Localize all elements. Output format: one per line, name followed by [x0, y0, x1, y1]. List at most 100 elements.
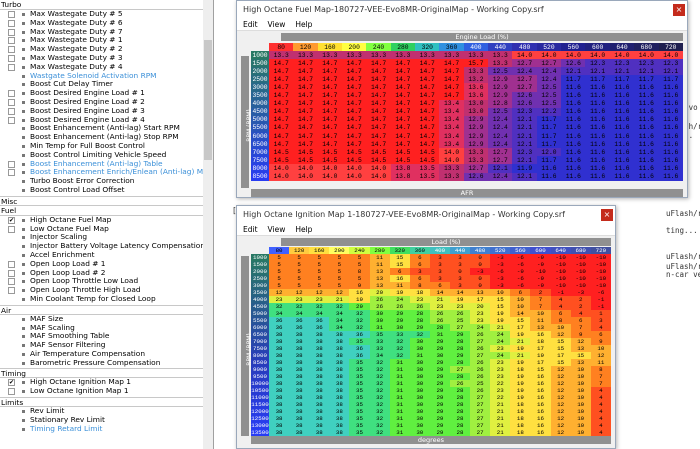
- table-cell[interactable]: -10: [550, 268, 571, 275]
- table-cell[interactable]: 11.6: [609, 91, 635, 100]
- table-cell[interactable]: 13: [470, 289, 491, 296]
- table-cell[interactable]: 28: [449, 422, 471, 429]
- table-cell[interactable]: 13.4: [439, 107, 464, 116]
- table-cell[interactable]: 31: [389, 387, 410, 394]
- table-cell[interactable]: 11: [530, 317, 551, 324]
- table-cell[interactable]: 35: [349, 401, 370, 408]
- table-cell[interactable]: 12: [289, 289, 310, 296]
- table-cell[interactable]: 38: [269, 352, 290, 359]
- table-cell[interactable]: 11.7: [536, 132, 562, 141]
- table-cell[interactable]: 17: [470, 296, 491, 303]
- table-cell[interactable]: 14.7: [269, 107, 294, 116]
- table-cell[interactable]: 14.7: [269, 75, 294, 84]
- table-cell[interactable]: 14.7: [317, 107, 343, 116]
- table-cell[interactable]: 38: [309, 401, 330, 408]
- table-cell[interactable]: 9: [590, 338, 611, 345]
- table-cell[interactable]: 31: [389, 401, 410, 408]
- table-cell[interactable]: 14.0: [561, 51, 586, 60]
- table-cell[interactable]: 36: [349, 331, 370, 338]
- table-cell[interactable]: 13.3: [463, 148, 489, 157]
- table-cell[interactable]: 11.6: [658, 91, 683, 100]
- table-cell[interactable]: 5: [289, 282, 310, 289]
- table-cell[interactable]: 6: [590, 331, 611, 338]
- table-cell[interactable]: 38: [269, 338, 290, 345]
- table-cell[interactable]: 11.6: [634, 91, 659, 100]
- table-cell[interactable]: 29: [429, 422, 450, 429]
- table-cell[interactable]: 17: [530, 345, 551, 352]
- table-cell[interactable]: 6: [429, 282, 450, 289]
- table-cell[interactable]: 38: [309, 359, 330, 366]
- table-cell[interactable]: 30: [409, 338, 430, 345]
- table-cell[interactable]: 0: [470, 254, 491, 261]
- row-header[interactable]: 11500: [251, 401, 269, 408]
- menu-view[interactable]: View: [268, 225, 286, 234]
- table-cell[interactable]: -3: [490, 275, 511, 282]
- table-cell[interactable]: 38: [309, 408, 330, 415]
- table-cell[interactable]: 3: [590, 317, 611, 324]
- table-cell[interactable]: 14.7: [390, 140, 416, 149]
- table-cell[interactable]: 12.1: [585, 67, 610, 76]
- table-cell[interactable]: -3: [470, 268, 491, 275]
- table-cell[interactable]: 4: [590, 422, 611, 429]
- table-cell[interactable]: 21: [490, 408, 511, 415]
- table-cell[interactable]: 18: [510, 401, 531, 408]
- table-cell[interactable]: 29: [429, 380, 450, 387]
- table-cell[interactable]: 12.9: [463, 115, 489, 124]
- table-cell[interactable]: 3: [449, 275, 471, 282]
- table-cell[interactable]: 14.7: [317, 67, 343, 76]
- table-cell[interactable]: 30: [409, 408, 430, 415]
- table-cell[interactable]: 12.7: [488, 156, 513, 165]
- table-cell[interactable]: 21: [510, 352, 531, 359]
- table-cell[interactable]: 21: [329, 296, 350, 303]
- table-cell[interactable]: 38: [309, 422, 330, 429]
- row-header[interactable]: 12500: [251, 415, 269, 422]
- table-cell[interactable]: 14.7: [366, 140, 391, 149]
- table-cell[interactable]: 14.0: [609, 51, 635, 60]
- table-cell[interactable]: 6: [550, 310, 571, 317]
- table-cell[interactable]: 14.7: [415, 132, 440, 141]
- table-cell[interactable]: 3: [449, 282, 471, 289]
- column-header[interactable]: 560: [561, 43, 586, 52]
- menu-help[interactable]: Help: [295, 225, 312, 234]
- table-cell[interactable]: 38: [329, 415, 350, 422]
- table-cell[interactable]: 12: [329, 289, 350, 296]
- table-cell[interactable]: 23: [490, 359, 511, 366]
- table-cell[interactable]: 35: [349, 387, 370, 394]
- table-cell[interactable]: 13.4: [439, 115, 464, 124]
- table-cell[interactable]: 4: [590, 408, 611, 415]
- table-cell[interactable]: -1: [590, 303, 611, 310]
- table-cell[interactable]: 5: [309, 254, 330, 261]
- table-cell[interactable]: 13.8: [390, 172, 416, 181]
- table-cell[interactable]: 11.6: [585, 148, 610, 157]
- table-cell[interactable]: 14.7: [439, 91, 464, 100]
- table-cell[interactable]: 32: [289, 303, 310, 310]
- table-cell[interactable]: 16: [530, 415, 551, 422]
- table-cell[interactable]: 12.8: [488, 99, 513, 108]
- table-cell[interactable]: 35: [349, 415, 370, 422]
- table-cell[interactable]: 10: [590, 345, 611, 352]
- table-cell[interactable]: 31: [389, 380, 410, 387]
- table-cell[interactable]: 36: [309, 324, 330, 331]
- table-cell[interactable]: 21: [510, 338, 531, 345]
- table-cell[interactable]: 34: [269, 310, 290, 317]
- table-cell[interactable]: 11.6: [561, 99, 586, 108]
- table-cell[interactable]: 14.7: [366, 132, 391, 141]
- table-cell[interactable]: 38: [309, 366, 330, 373]
- table-cell[interactable]: 11.6: [585, 91, 610, 100]
- item-checkbox[interactable]: [8, 116, 15, 124]
- table-cell[interactable]: 29: [389, 317, 410, 324]
- row-header[interactable]: 1000: [251, 254, 269, 261]
- table-cell[interactable]: -10: [570, 254, 591, 261]
- table-cell[interactable]: 4: [590, 415, 611, 422]
- table-cell[interactable]: 12: [550, 429, 571, 436]
- table-cell[interactable]: 34: [329, 324, 350, 331]
- table-cell[interactable]: 10: [510, 296, 531, 303]
- table-cell[interactable]: 11.7: [609, 75, 635, 84]
- table-cell[interactable]: 14.7: [366, 123, 391, 133]
- table-cell[interactable]: 11.6: [609, 156, 635, 165]
- table-cell[interactable]: 15: [550, 338, 571, 345]
- table-cell[interactable]: 31: [409, 352, 430, 359]
- table-cell[interactable]: 11.6: [561, 123, 586, 133]
- table-cell[interactable]: 14.7: [390, 83, 416, 92]
- row-header[interactable]: 12000: [251, 408, 269, 415]
